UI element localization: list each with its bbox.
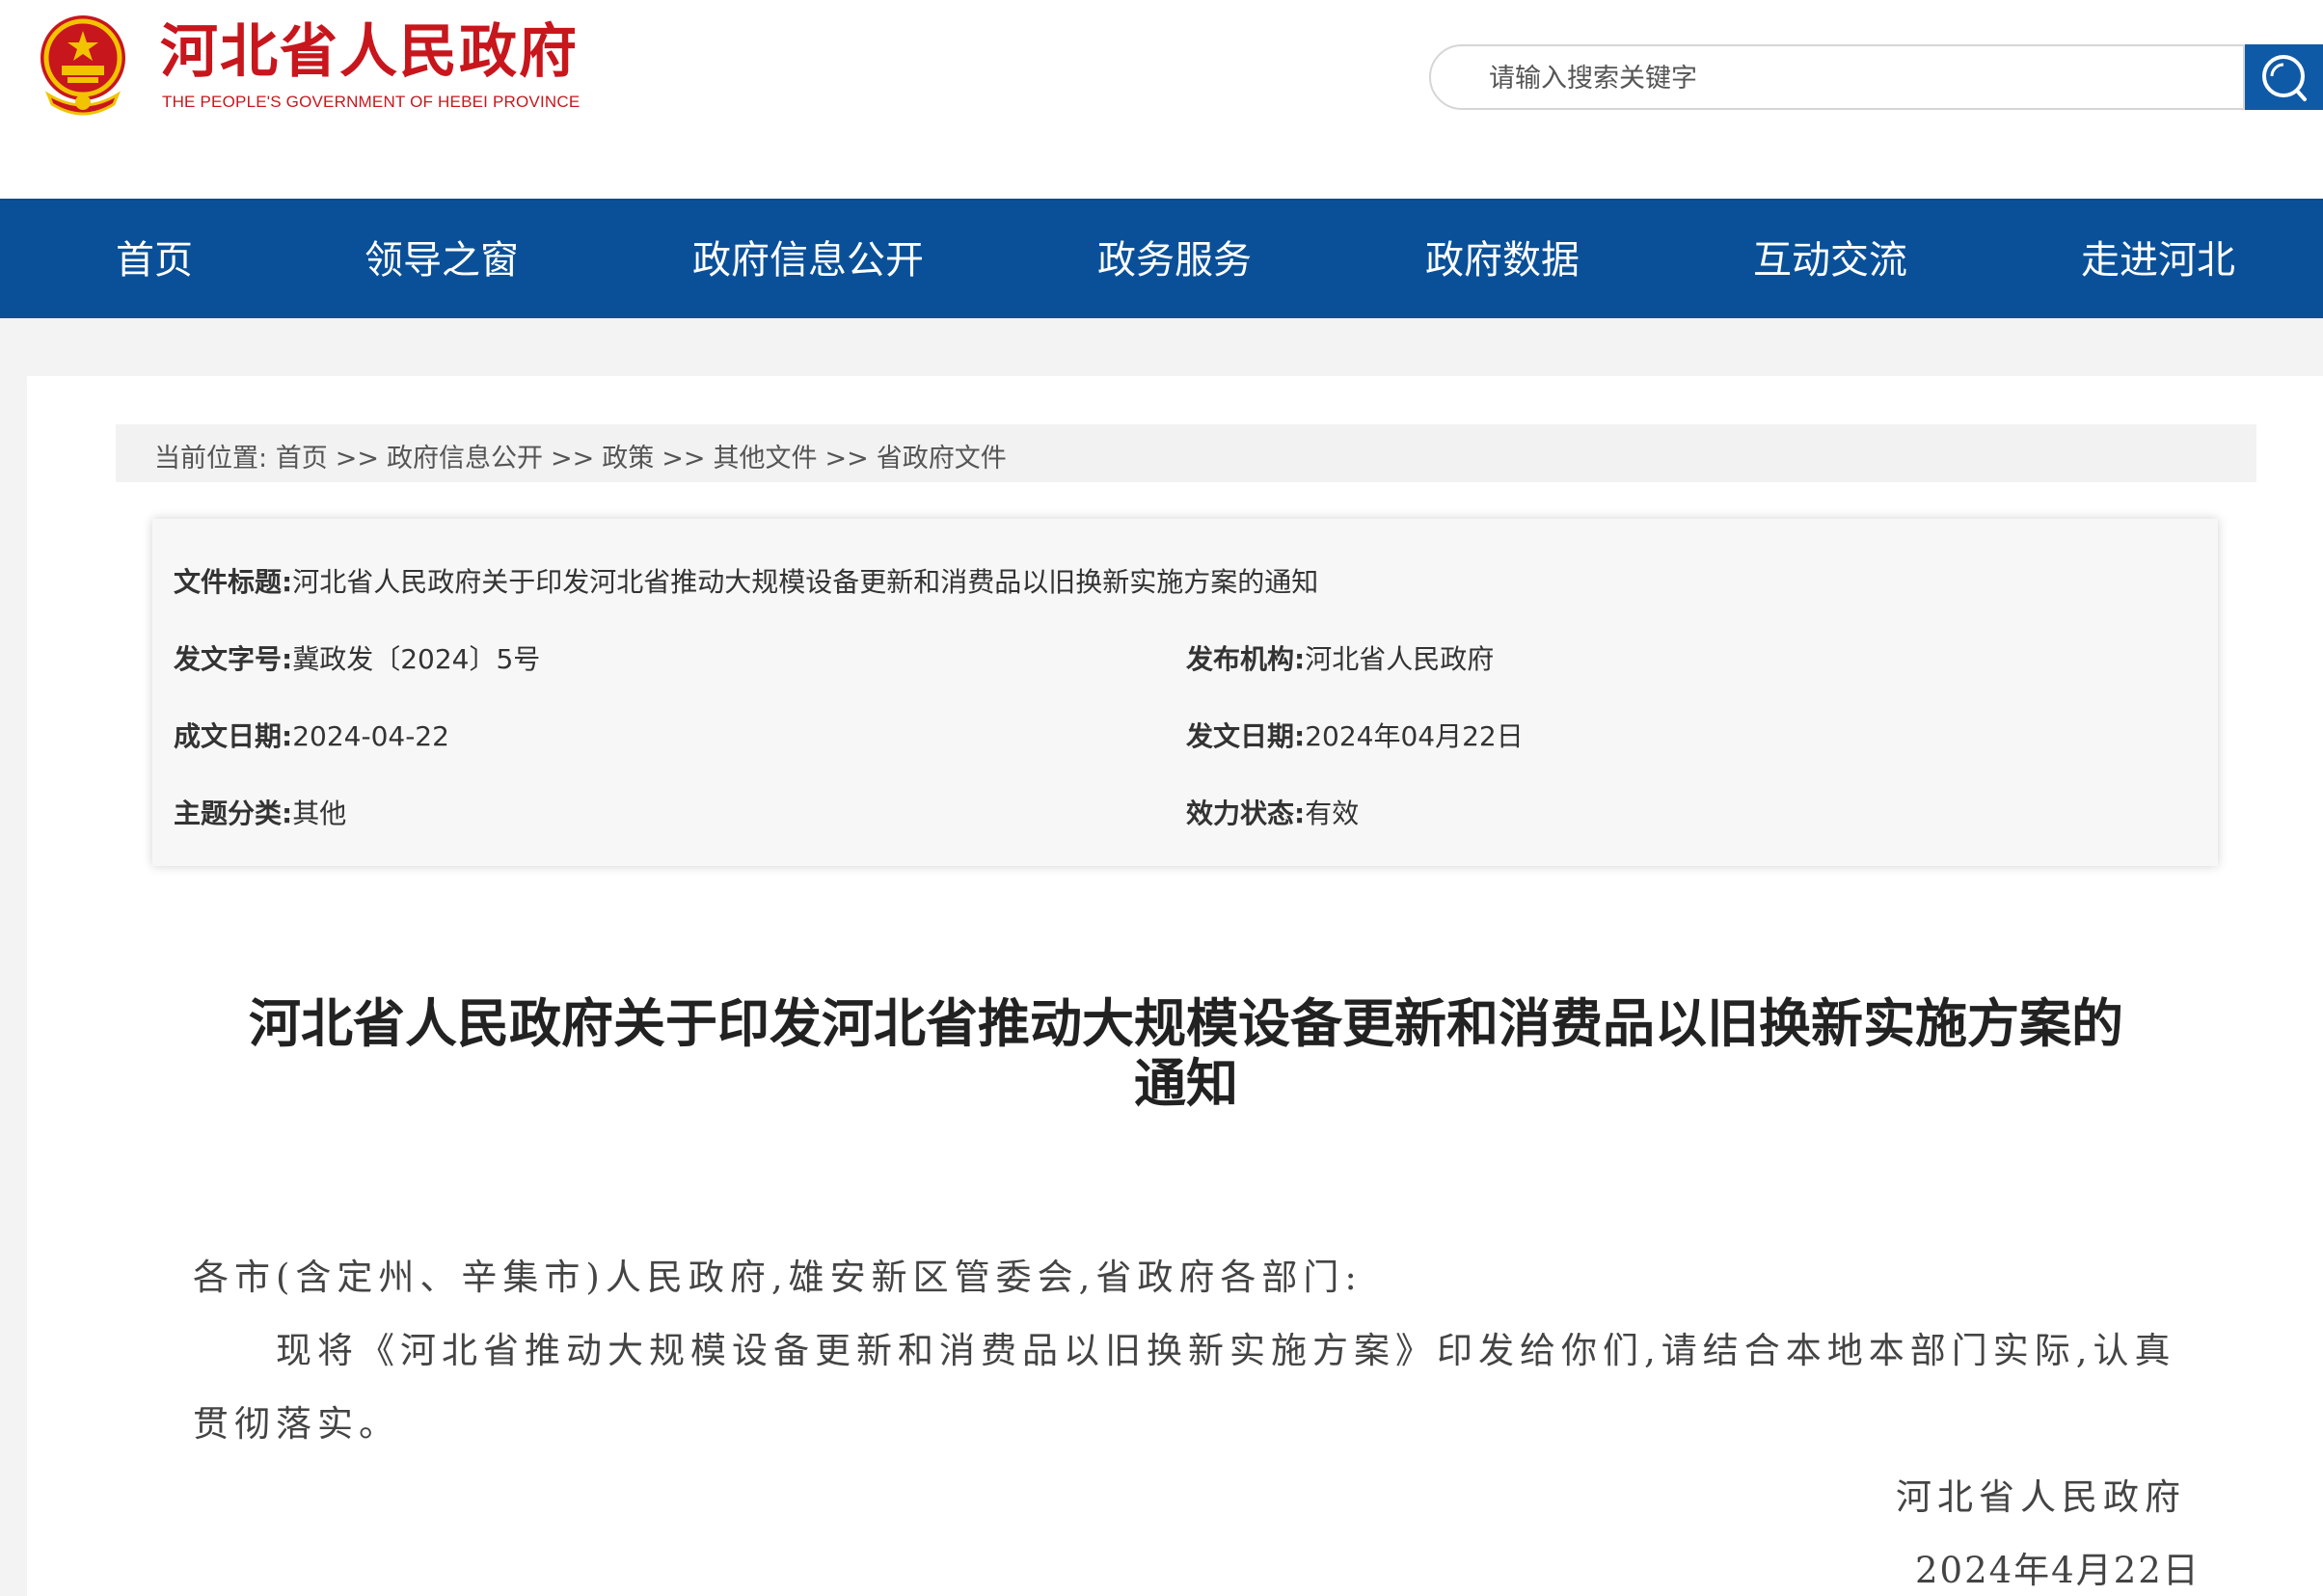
breadcrumb-item-other-docs[interactable]: 其他文件 bbox=[713, 444, 817, 473]
info-title-row: 文件标题:河北省人民政府关于印发河北省推动大规模设备更新和消费品以旧换新实施方案… bbox=[174, 561, 1318, 600]
site-logo-text[interactable]: 河北省人民政府 bbox=[160, 14, 579, 91]
nav-item-leaders[interactable]: 领导之窗 bbox=[365, 201, 519, 320]
info-title-value: 河北省人民政府关于印发河北省推动大规模设备更新和消费品以旧换新实施方案的通知 bbox=[292, 566, 1319, 598]
page-top-band bbox=[0, 318, 2323, 376]
info-docno-value: 冀政发〔2024〕5号 bbox=[292, 643, 541, 675]
info-docno-row: 发文字号:冀政发〔2024〕5号 bbox=[174, 638, 540, 677]
info-written-date-value: 2024-04-22 bbox=[292, 720, 449, 752]
nav-item-about-hebei[interactable]: 走进河北 bbox=[2081, 201, 2235, 320]
page-left-margin bbox=[0, 318, 27, 1596]
info-issuer-key: 发布机构: bbox=[1186, 643, 1306, 675]
info-status-key: 效力状态: bbox=[1186, 798, 1306, 829]
site-header: 河北省人民政府 THE PEOPLE'S GOVERNMENT OF HEBEI… bbox=[0, 0, 2323, 199]
document-salutation: 各市(含定州、辛集市)人民政府,雄安新区管委会,省政府各部门: bbox=[193, 1257, 1363, 1298]
nav-item-info-disclosure[interactable]: 政府信息公开 bbox=[692, 201, 924, 320]
document-date: 2024年4月22日 bbox=[1915, 1550, 2201, 1591]
breadcrumb: 当前位置: 首页 >> 政府信息公开 >> 政策 >> 其他文件 >> 省政府文件 bbox=[116, 424, 2256, 482]
info-publish-date-row: 发文日期:2024年04月22日 bbox=[1186, 716, 1524, 754]
info-topic-row: 主题分类:其他 bbox=[174, 793, 346, 831]
breadcrumb-item-policy[interactable]: 政策 bbox=[602, 444, 654, 473]
search-input[interactable] bbox=[1489, 60, 2164, 96]
nav-item-home[interactable]: 首页 bbox=[116, 201, 193, 320]
search-button[interactable] bbox=[2245, 44, 2323, 110]
document-paragraph-line: 贯彻落实。 bbox=[193, 1403, 400, 1445]
document-signature: 河北省人民政府 bbox=[1896, 1476, 2186, 1518]
nav-item-interaction[interactable]: 互动交流 bbox=[1753, 201, 1907, 320]
info-written-date-key: 成文日期: bbox=[174, 720, 293, 752]
info-title-key: 文件标题: bbox=[174, 566, 293, 598]
breadcrumb-separator: >> bbox=[662, 444, 706, 473]
document-paragraph-line: 现将《河北省推动大规模设备更新和消费品以旧换新实施方案》印发给你们,请结合本地本… bbox=[276, 1330, 2176, 1371]
info-written-date-row: 成文日期:2024-04-22 bbox=[174, 716, 449, 754]
nav-item-gov-data[interactable]: 政府数据 bbox=[1425, 201, 1580, 320]
breadcrumb-separator: >> bbox=[824, 444, 869, 473]
breadcrumb-separator: >> bbox=[335, 444, 379, 473]
info-docno-key: 发文字号: bbox=[174, 643, 293, 675]
info-topic-value: 其他 bbox=[292, 798, 347, 829]
document-info-card: 文件标题:河北省人民政府关于印发河北省推动大规模设备更新和消费品以旧换新实施方案… bbox=[152, 519, 2218, 866]
document-title: 河北省人民政府关于印发河北省推动大规模设备更新和消费品以旧换新实施方案的 通知 bbox=[145, 993, 2228, 1113]
document-title-line: 通知 bbox=[1134, 1052, 1238, 1114]
info-status-value: 有效 bbox=[1305, 798, 1360, 829]
info-publish-date-key: 发文日期: bbox=[1186, 720, 1306, 752]
info-topic-key: 主题分类: bbox=[174, 798, 293, 829]
breadcrumb-item-info-disclosure[interactable]: 政府信息公开 bbox=[387, 444, 543, 473]
national-emblem-icon[interactable] bbox=[29, 10, 137, 118]
info-issuer-value: 河北省人民政府 bbox=[1305, 643, 1495, 675]
search-box bbox=[1429, 44, 2245, 110]
info-issuer-row: 发布机构:河北省人民政府 bbox=[1186, 638, 1494, 677]
main-nav: 首页 领导之窗 政府信息公开 政务服务 政府数据 互动交流 走进河北 bbox=[0, 199, 2323, 318]
breadcrumb-item-provincial-docs[interactable]: 省政府文件 bbox=[877, 444, 1007, 473]
document-title-line: 河北省人民政府关于印发河北省推动大规模设备更新和消费品以旧换新实施方案的 bbox=[249, 992, 2123, 1054]
info-status-row: 效力状态:有效 bbox=[1186, 793, 1359, 831]
search-icon bbox=[2262, 55, 2307, 101]
site-logo-english: THE PEOPLE'S GOVERNMENT OF HEBEI PROVINC… bbox=[162, 93, 581, 111]
breadcrumb-item-home[interactable]: 首页 bbox=[276, 444, 328, 473]
breadcrumb-separator: >> bbox=[550, 444, 595, 473]
breadcrumb-label: 当前位置: bbox=[154, 444, 268, 473]
nav-item-gov-services[interactable]: 政务服务 bbox=[1097, 201, 1252, 320]
info-publish-date-value: 2024年04月22日 bbox=[1305, 720, 1524, 752]
